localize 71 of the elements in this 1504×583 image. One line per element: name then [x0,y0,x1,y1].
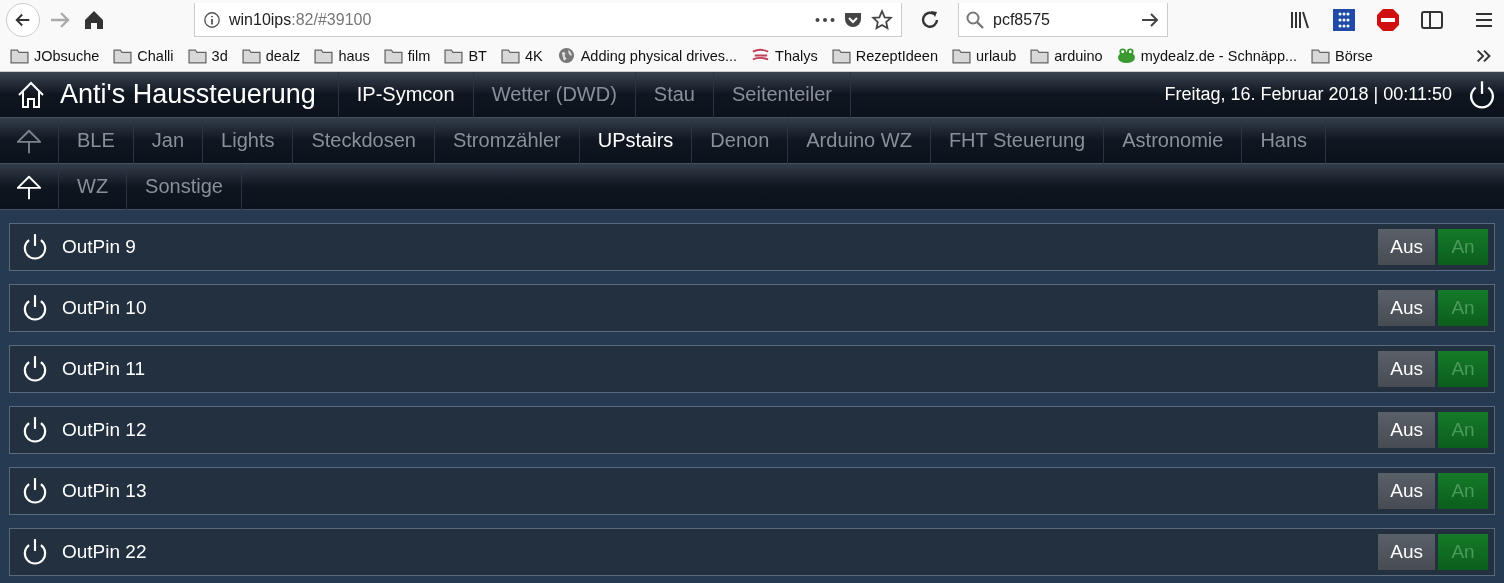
tab[interactable]: Hans [1241,117,1326,164]
nav-tab[interactable]: Wetter (DWD) [472,71,635,118]
tab[interactable]: WZ [58,163,127,210]
home-icon[interactable] [16,79,46,110]
tab[interactable]: Astronomie [1103,117,1242,164]
folder-icon [952,47,971,64]
off-button[interactable]: Aus [1378,351,1435,387]
tab[interactable]: Denon [691,117,788,164]
folder-icon [10,47,29,64]
off-button[interactable]: Aus [1378,290,1435,326]
tab[interactable]: Sonstige [126,163,241,210]
bookmark[interactable]: BT [444,47,487,64]
folder-icon [1311,47,1331,64]
folder-icon [241,47,261,64]
nav-tab[interactable]: Seitenteiler [712,71,851,118]
bookmark[interactable]: Challi [113,47,174,64]
tab[interactable]: Stromzähler [433,117,579,164]
folder-icon [444,47,464,64]
tab[interactable]: Arduino WZ [787,117,930,164]
row-label: OutPin 22 [62,541,147,563]
bookmark[interactable]: 3d [187,47,228,64]
folder-icon [314,47,334,64]
tab[interactable]: Jan [132,117,203,164]
bookmark[interactable]: mydealz.de - Schnäpp... [1116,47,1298,64]
frog-icon [1116,47,1136,64]
nav-tab[interactable]: Stau [634,71,713,118]
grid-icon[interactable] [1330,6,1358,34]
more-icon[interactable] [815,15,835,24]
stop-sign-icon[interactable] [1374,6,1402,34]
app-title: Anti's Haussteuerung [60,79,316,110]
back-button[interactable] [6,3,40,37]
info-icon[interactable] [203,10,221,29]
folder-icon [500,47,520,64]
bookmark[interactable]: 4K [500,47,543,64]
off-button[interactable]: Aus [1378,534,1435,570]
globe-icon [556,47,576,64]
bookmark[interactable]: dealz [241,47,301,64]
row-label: OutPin 12 [62,419,147,441]
search-field[interactable]: pcf8575 [958,3,1168,37]
url-text: win10ips:82/#39100 [229,10,372,29]
off-button[interactable]: Aus [1378,412,1435,448]
row-label: OutPin 13 [62,480,147,502]
tab[interactable]: BLE [58,117,133,164]
tab[interactable]: UPstairs [578,117,692,164]
folder-icon [1030,47,1050,64]
bookmark[interactable]: Thalys [751,47,818,64]
bookmark[interactable]: haus [314,47,370,64]
off-button[interactable]: Aus [1378,229,1435,265]
bookmark[interactable]: JObsuche [10,47,100,64]
bookmark[interactable]: RezeptIdeen [831,47,938,64]
tab[interactable]: Lights [202,117,293,164]
row-label: OutPin 9 [62,236,136,258]
tab[interactable]: FHT Steuerung [929,117,1104,164]
tab[interactable]: Steckdosen [292,117,434,164]
bookmark[interactable]: arduino [1030,47,1103,64]
folder-icon [113,47,133,64]
folder-icon [187,47,207,64]
off-button[interactable]: Aus [1378,473,1435,509]
address-field[interactable]: win10ips:82/#39100 [194,3,902,37]
bookmark[interactable]: urlaub [952,47,1017,64]
folder-icon [383,47,403,64]
row-label: OutPin 10 [62,297,147,319]
star-icon[interactable] [871,8,893,31]
bookmark[interactable]: film [383,47,431,64]
date-time: Freitag, 16. Februar 2018 | 00:11:50 [1164,84,1452,105]
bookmark[interactable]: Adding physical drives... [556,47,738,64]
nav-tab[interactable]: IP-Symcon [337,71,473,118]
folder-icon [831,47,851,64]
bookmark[interactable]: Börse [1311,47,1373,64]
row-label: OutPin 11 [62,358,146,380]
search-icon [965,9,985,30]
